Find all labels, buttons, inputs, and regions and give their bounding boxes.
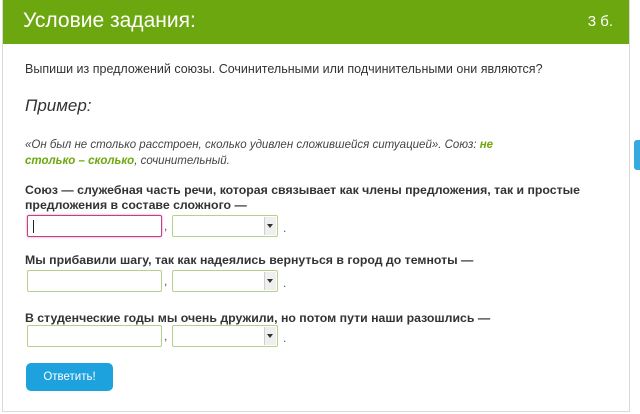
separator-comma: , [164,274,168,288]
conjunction-input-1[interactable] [27,215,162,237]
conjunction-type-select-2[interactable] [172,270,278,292]
conjunction-input-3[interactable] [27,325,162,347]
task-header: Условие задания: 3 б. [3,0,629,44]
task-sentence-2: Мы прибавили шагу, так как надеялись вер… [25,253,474,267]
task-title: Условие задания: [23,9,196,32]
chevron-down-icon[interactable] [264,327,276,345]
side-feedback-tab[interactable] [634,140,640,170]
conjunction-type-select-1[interactable] [172,215,278,237]
example-text: «Он был не столько расстроен, сколько уд… [25,137,545,169]
end-period: . [283,276,287,290]
end-period: . [283,221,287,235]
separator-comma: , [164,329,168,343]
separator-comma: , [164,219,168,233]
question-text: Выпиши из предложений союзы. Сочинительн… [25,62,543,76]
conjunction-type-select-3[interactable] [172,325,278,347]
example-tail: , сочинительный. [134,155,230,167]
chevron-down-icon[interactable] [264,217,276,235]
task-points: 3 б. [587,13,613,30]
chevron-down-icon[interactable] [264,272,276,290]
task-sentence-1: Союз — служебная часть речи, которая свя… [25,183,580,212]
end-period: . [283,331,287,345]
task-panel: Условие задания: 3 б. Выпиши из предложе… [2,0,630,412]
task-sentence-3: В студенческие годы мы очень дружили, но… [25,311,491,325]
example-sentence: «Он был не столько расстроен, сколько уд… [25,139,480,151]
conjunction-input-2[interactable] [27,270,162,292]
submit-button[interactable]: Ответить! [26,363,113,391]
example-heading: Пример: [25,96,92,115]
